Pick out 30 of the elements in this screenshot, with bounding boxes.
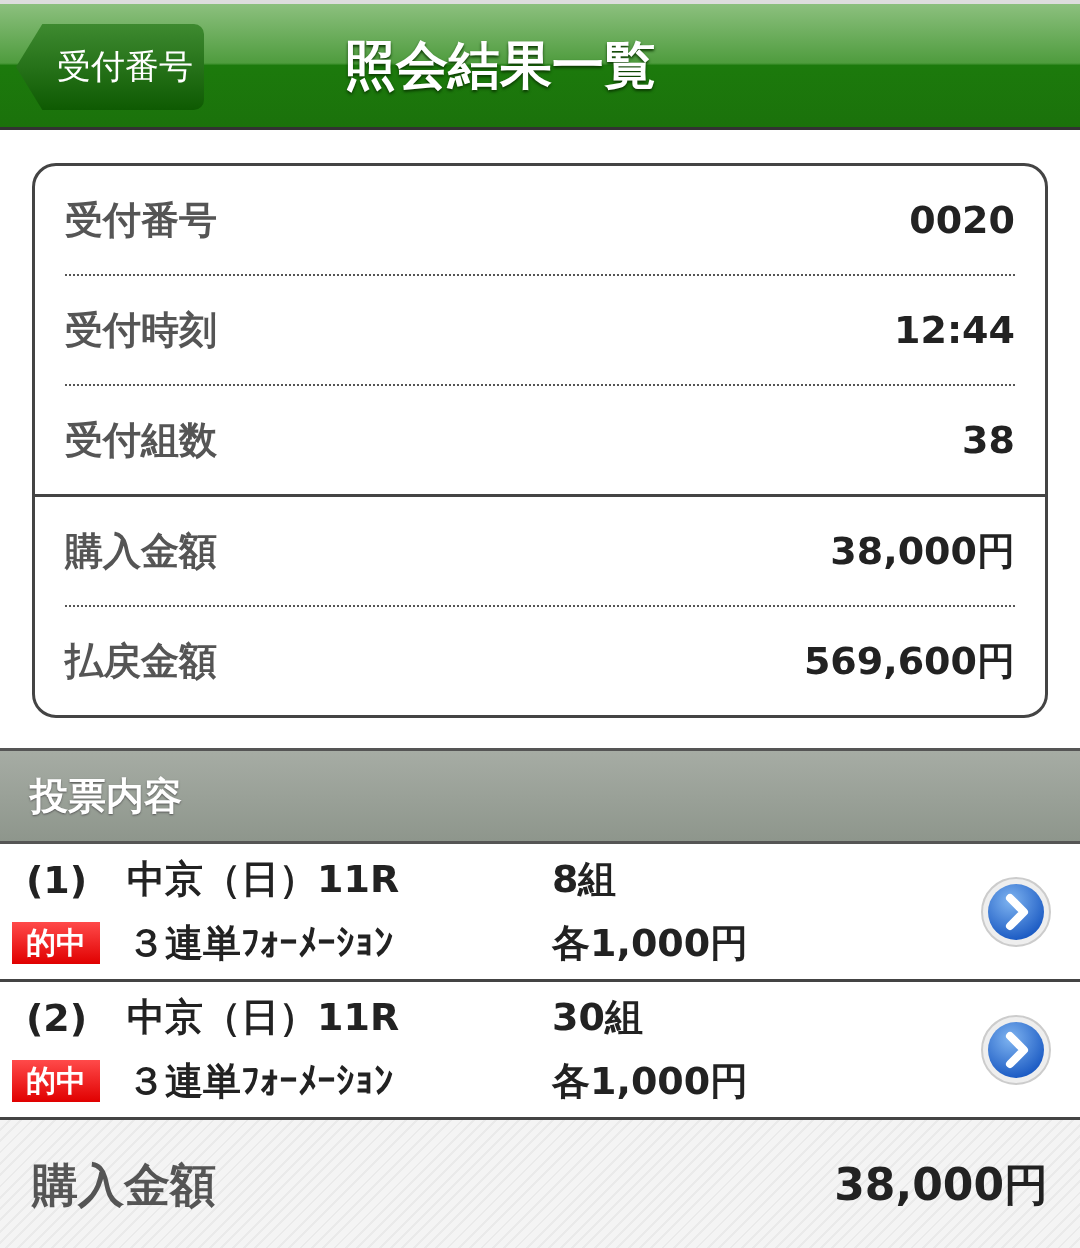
bet-number: (1) bbox=[25, 857, 89, 902]
row-value: 38,000円 bbox=[830, 527, 1015, 575]
unit-amount: 各1,000円 bbox=[552, 1057, 750, 1105]
row-label: 受付組数 bbox=[65, 416, 217, 464]
row-label: 購入金額 bbox=[65, 527, 217, 575]
hit-badge: 的中 bbox=[12, 922, 100, 965]
row-label: 払戻金額 bbox=[65, 637, 217, 685]
row-value: 0020 bbox=[909, 198, 1015, 242]
combination-count: 8組 bbox=[552, 856, 618, 904]
race-name: 中京（日）11R bbox=[127, 856, 401, 904]
total-value: 38,000円 bbox=[834, 1158, 1048, 1212]
chevron-right-icon[interactable] bbox=[980, 1013, 1052, 1086]
bet-type: ３連単ﾌｫｰﾒｰｼｮﾝ bbox=[127, 919, 394, 967]
chevron-right-icon[interactable] bbox=[980, 875, 1052, 948]
bet-number: (2) bbox=[25, 995, 89, 1040]
combination-count: 30組 bbox=[552, 994, 644, 1042]
section-title: 投票内容 bbox=[30, 772, 182, 820]
race-name: 中京（日）11R bbox=[127, 994, 401, 1042]
bet-row[interactable]: (1) 中京（日）11R 8組 的中 ３連単ﾌｫｰﾒｰｼｮﾝ 各1,000円 bbox=[0, 844, 1080, 982]
row-value: 38 bbox=[962, 418, 1015, 462]
row-label: 受付番号 bbox=[65, 196, 217, 244]
row-value: 569,600円 bbox=[803, 637, 1015, 685]
total-label: 購入金額 bbox=[32, 1156, 216, 1214]
row-value: 12:44 bbox=[894, 308, 1015, 352]
hit-badge: 的中 bbox=[12, 1060, 100, 1103]
bet-type: ３連単ﾌｫｰﾒｰｼｮﾝ bbox=[127, 1057, 394, 1105]
back-button[interactable]: 受付番号 bbox=[16, 24, 204, 110]
unit-amount: 各1,000円 bbox=[552, 919, 750, 967]
page-title: 照会結果一覧 bbox=[344, 33, 656, 97]
row-label: 受付時刻 bbox=[65, 306, 217, 354]
